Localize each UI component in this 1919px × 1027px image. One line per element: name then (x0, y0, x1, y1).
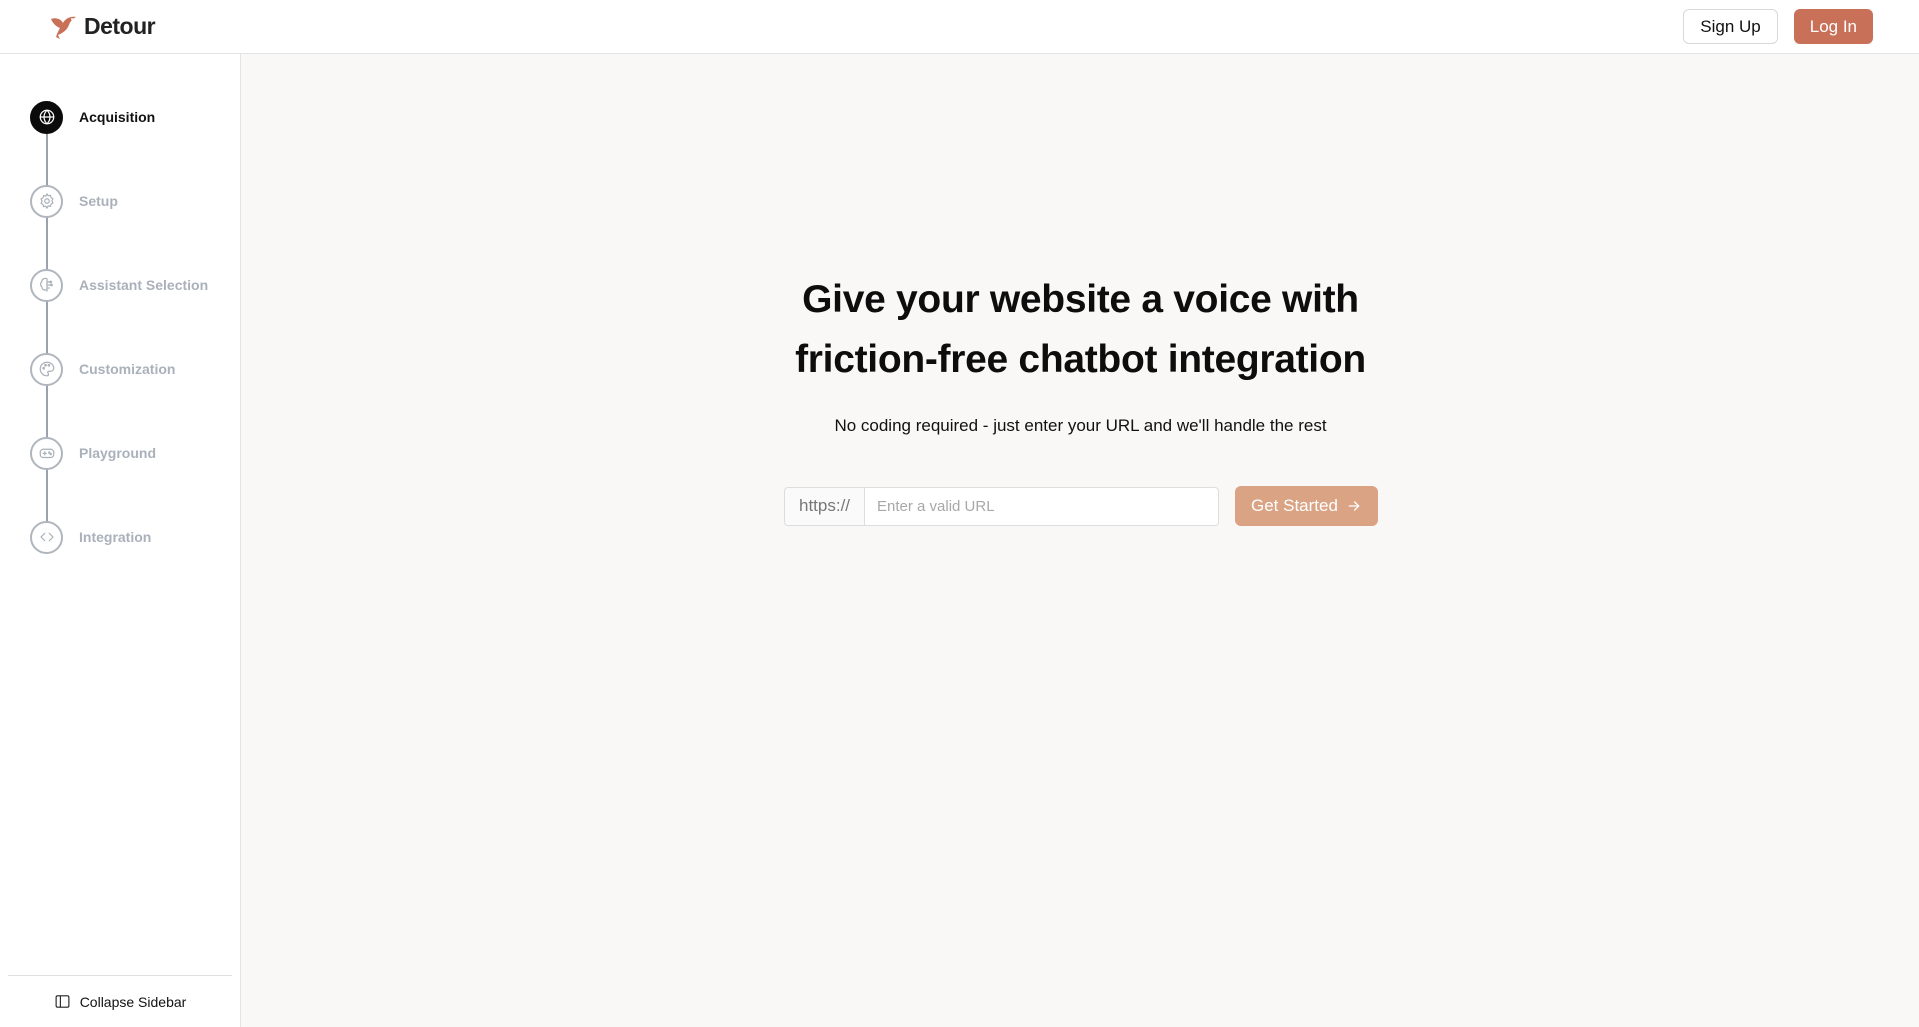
url-form: https:// Get Started (784, 486, 1378, 526)
step-integration[interactable]: Integration (30, 520, 208, 554)
sign-up-button[interactable]: Sign Up (1683, 9, 1778, 44)
page-title: Give your website a voice with friction-… (242, 270, 1919, 390)
gamepad-icon (30, 436, 63, 470)
step-playground[interactable]: Playground (30, 436, 208, 470)
get-started-label: Get Started (1251, 496, 1338, 515)
collapse-sidebar-label: Collapse Sidebar (79, 993, 187, 1010)
step-assistant-selection[interactable]: Assistant Selection (30, 268, 208, 302)
hero: Give your website a voice with friction-… (242, 270, 1919, 436)
title-line-2: friction-free chatbot integration (795, 338, 1366, 381)
step-label: Assistant Selection (79, 277, 209, 293)
step-list: Acquisition Setup Assistant Selection Cu… (30, 100, 208, 604)
step-label: Acquisition (79, 109, 156, 125)
page-subtitle: No coding required - just enter your URL… (834, 416, 1327, 435)
top-header: Detour Sign Up Log In (0, 0, 1919, 54)
brain-icon (30, 268, 63, 302)
code-icon (30, 520, 63, 554)
brand[interactable]: Detour (48, 13, 156, 41)
log-in-button[interactable]: Log In (1793, 9, 1873, 44)
step-label: Setup (79, 193, 118, 209)
main-content: Give your website a voice with friction-… (242, 55, 1919, 1027)
gear-icon (30, 184, 63, 218)
url-prefix: https:// (785, 487, 865, 525)
url-input-group: https:// (784, 486, 1219, 526)
collapse-sidebar-button[interactable]: Collapse Sidebar (8, 975, 232, 1027)
step-setup[interactable]: Setup (30, 184, 208, 218)
step-label: Customization (79, 361, 176, 377)
get-started-button[interactable]: Get Started (1235, 486, 1378, 526)
globe-icon (30, 100, 63, 134)
sidebar: Acquisition Setup Assistant Selection Cu… (0, 54, 241, 1027)
url-input[interactable] (865, 487, 1218, 525)
step-label: Integration (79, 529, 152, 545)
step-connector (46, 120, 48, 540)
palette-icon (30, 352, 63, 386)
step-acquisition[interactable]: Acquisition (30, 100, 208, 134)
step-label: Playground (79, 445, 157, 461)
sidebar-panel-icon (55, 995, 70, 1008)
bird-logo-icon (48, 13, 78, 41)
header-actions: Sign Up Log In (1683, 9, 1873, 44)
step-customization[interactable]: Customization (30, 352, 208, 386)
arrow-right-icon (1348, 501, 1360, 511)
brand-name: Detour (84, 13, 156, 39)
title-line-1: Give your website a voice with (802, 278, 1359, 321)
